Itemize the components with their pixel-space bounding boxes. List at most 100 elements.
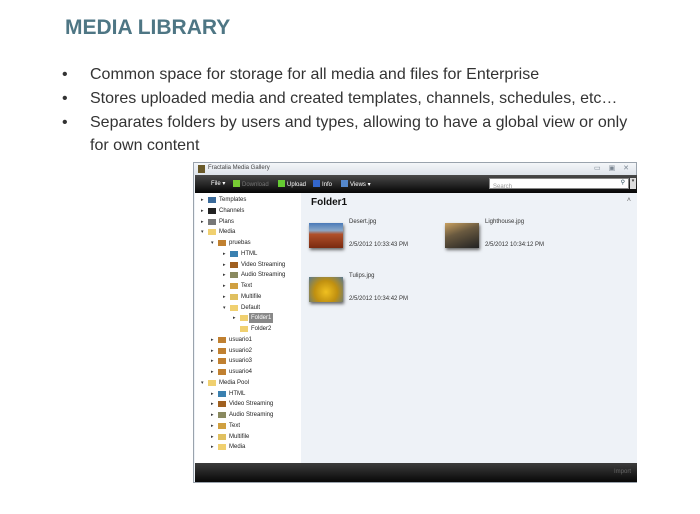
user-icon [218,336,226,343]
templates-icon [208,197,216,203]
tree-node-label: Video Streaming [241,261,286,268]
bullet-text: for own content [90,137,200,154]
download-icon [233,180,240,187]
tree-node-label: Audio Streaming [241,272,286,279]
multifile-icon [230,293,238,300]
expand-arrow-icon[interactable]: ▸ [233,313,236,323]
user-icon [218,240,226,246]
html-icon [218,390,226,397]
expand-arrow-icon[interactable]: ▸ [223,281,226,291]
tree-node-label: Text [229,422,241,429]
image-thumbnail[interactable] [309,277,343,302]
file-menu[interactable]: File ▾ [211,180,225,187]
file-date: 2/5/2012 10:33:43 PM [349,242,409,248]
folder-tree: ▸ Templates ▸ Channels ▸ Plans ▾ Media ▾ pruebas ▸… [195,193,301,463]
audio-icon [218,412,226,418]
search-input[interactable]: Search ⚲ [489,178,629,190]
window-controls[interactable]: ▭ ▣ ✕ [594,164,632,172]
expand-arrow-icon[interactable]: ▸ [211,367,214,377]
tree-node-label: Media [229,444,246,451]
scroll-up-icon[interactable]: ˄ [627,197,631,204]
expand-arrow-icon[interactable]: ▸ [211,335,214,345]
expand-arrow-icon[interactable]: ▸ [211,421,214,431]
html-icon [230,250,238,257]
views-icon [341,180,348,187]
tree-node-label: HTML [229,390,246,397]
user-icon [218,358,226,365]
tree-node-label: usuario3 [229,358,253,365]
folder-icon [208,379,216,386]
status-bar: Import [195,463,637,482]
content-pane: Folder1 ˄ Desert.jpg 2/5/2012 10:33:43 PM… [301,193,637,463]
bullet-text: Common space for storage for all media a… [90,66,540,83]
expand-arrow-icon[interactable]: ▸ [211,442,214,452]
expand-arrow-icon[interactable]: ▸ [201,195,204,205]
expand-arrow-icon[interactable]: ▾ [223,303,226,313]
expand-arrow-icon[interactable]: ▸ [223,292,226,302]
tree-node-label: Text [241,283,253,289]
search-dropdown[interactable]: ▾ [630,178,636,189]
search-icon[interactable]: ⚲ [621,179,625,186]
tree-node-label: Default [241,304,261,311]
tree-node-label: usuario1 [229,336,253,343]
expand-arrow-icon[interactable]: ▾ [201,378,204,388]
tree-node-label: Audio Streaming [229,412,274,418]
expand-arrow-icon[interactable]: ▸ [211,410,214,420]
folder-icon [208,229,216,236]
folder-icon [240,326,248,332]
video-icon [218,401,226,408]
clock-icon [208,218,216,225]
bullet-dot: • [62,90,68,107]
file-name: Desert.jpg [349,219,377,225]
file-date: 2/5/2012 10:34:12 PM [485,242,545,248]
folder-icon [230,304,238,311]
app-icon [198,165,205,173]
media-gallery-window: Fractalia Media Gallery ▭ ▣ ✕ File ▾ Dow… [193,162,637,483]
upload-icon [278,180,285,187]
image-thumbnail[interactable] [445,223,479,248]
info-button[interactable]: Info [313,180,332,188]
folder-title: Folder1 [311,197,348,208]
tree-node-label: usuario4 [229,369,253,375]
bullet-dot: • [62,66,68,83]
expand-arrow-icon[interactable]: ▸ [201,217,204,227]
expand-arrow-icon[interactable]: ▾ [211,238,214,248]
expand-arrow-icon[interactable]: ▸ [223,270,226,280]
info-icon [313,180,320,187]
expand-arrow-icon[interactable]: ▸ [211,346,214,356]
channels-icon [208,207,216,214]
tree-node-label: Video Streaming [229,401,274,408]
upload-button[interactable]: Upload [278,180,306,188]
folder-icon [218,444,226,451]
tree-node-label: usuario2 [229,347,253,354]
expand-arrow-icon[interactable]: ▸ [223,249,226,259]
text-icon [218,422,226,429]
tree-node-label: Multifile [229,433,250,440]
import-button[interactable]: Import [614,469,631,475]
expand-arrow-icon[interactable]: ▸ [211,432,214,442]
expand-arrow-icon[interactable]: ▸ [201,206,204,216]
views-menu[interactable]: Views ▾ [341,180,371,188]
tree-node-label: Plans [219,218,235,225]
expand-arrow-icon[interactable]: ▸ [211,389,214,399]
expand-arrow-icon[interactable]: ▸ [223,260,226,270]
image-thumbnail[interactable] [309,223,343,248]
expand-arrow-icon[interactable]: ▾ [201,227,204,237]
tree-node-label: HTML [241,250,258,257]
expand-arrow-icon[interactable]: ▸ [211,356,214,366]
file-name: Tulips.jpg [349,273,375,279]
tree-node-label: Folder1 [249,313,274,324]
tree-node-label: pruebas [229,240,251,246]
toolbar: File ▾ Download Upload Info Views ▾ Sear… [195,175,637,193]
video-icon [230,261,238,268]
tree-node-label: Media Pool [219,379,250,386]
tree-node-label: Multifile [241,293,262,300]
tree-node-label: Templates [219,197,247,203]
file-date: 2/5/2012 10:34:42 PM [349,296,409,302]
expand-arrow-icon[interactable]: ▸ [211,399,214,409]
text-icon [230,283,238,289]
download-button[interactable]: Download [233,180,269,188]
tree-node-label: Folder2 [251,326,272,332]
audio-icon [230,272,238,279]
multifile-icon [218,433,226,440]
